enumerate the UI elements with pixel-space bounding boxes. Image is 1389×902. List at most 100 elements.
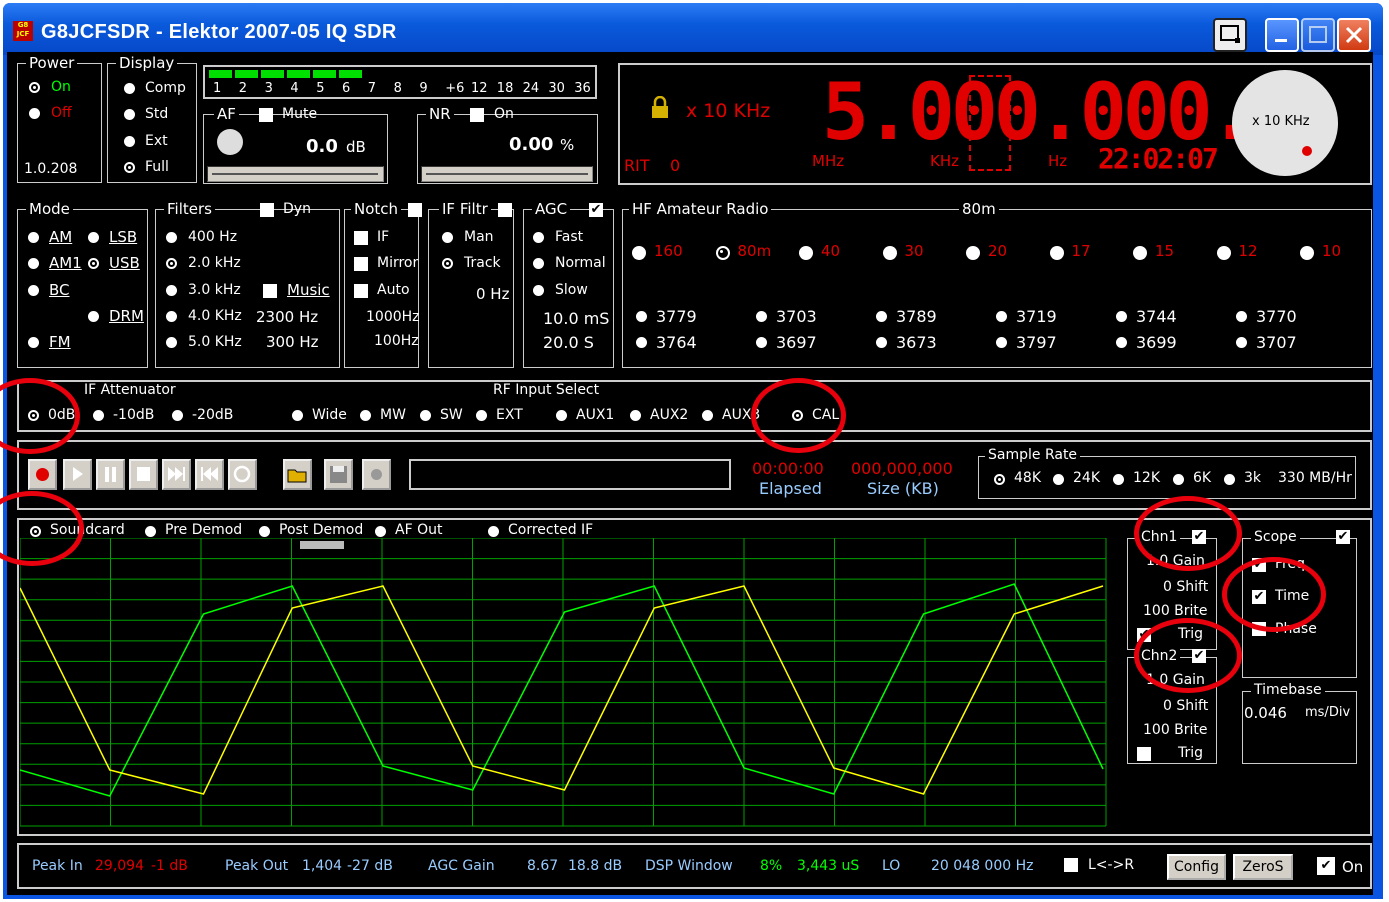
- nr-slider[interactable]: [421, 166, 593, 182]
- mode-usb-radio[interactable]: [88, 258, 99, 269]
- title-bar[interactable]: G8 JCF G8JCFSDR - Elektor 2007-05 IQ SDR: [3, 3, 1383, 55]
- ifatt-radio[interactable]: [93, 410, 104, 421]
- pause-button[interactable]: [96, 459, 125, 490]
- frequency-readout[interactable]: 5.000.000.0: [822, 68, 1299, 158]
- master-on-checkbox[interactable]: ✔: [1317, 857, 1335, 875]
- scope-checkbox[interactable]: ✔: [1336, 530, 1350, 544]
- filter-5k-radio[interactable]: [166, 337, 177, 348]
- play-button[interactable]: [63, 459, 92, 490]
- display-std-radio[interactable]: [124, 109, 135, 120]
- memory-radio[interactable]: [1236, 311, 1247, 322]
- notch-if-checkbox[interactable]: [354, 231, 368, 245]
- scope-source-radio[interactable]: [145, 526, 156, 537]
- extra-window-button[interactable]: [1213, 18, 1247, 52]
- band-40-radio[interactable]: [799, 246, 813, 260]
- rfin-radio[interactable]: [360, 410, 371, 421]
- agc-normal-radio[interactable]: [533, 258, 544, 269]
- band-15-radio[interactable]: [1133, 246, 1147, 260]
- music-checkbox[interactable]: [263, 284, 277, 298]
- rfin-radio[interactable]: [556, 410, 567, 421]
- scope-source-radio[interactable]: [259, 526, 270, 537]
- band-17-radio[interactable]: [1049, 246, 1064, 260]
- filename-field[interactable]: [409, 459, 731, 490]
- notch-mirror-checkbox[interactable]: [354, 257, 368, 271]
- display-full-radio[interactable]: [124, 162, 135, 173]
- scope-source-radio[interactable]: [375, 526, 386, 537]
- rfin-radio[interactable]: [420, 410, 431, 421]
- power-on-radio[interactable]: [29, 82, 40, 93]
- chn2-trig-checkbox[interactable]: [1137, 747, 1151, 761]
- filter-4k-radio[interactable]: [166, 311, 177, 322]
- agc-slow-radio[interactable]: [533, 285, 544, 296]
- band-10-radio[interactable]: [1300, 246, 1314, 260]
- band-20-radio[interactable]: [966, 246, 980, 260]
- rfin-radio[interactable]: [630, 410, 641, 421]
- af-knob[interactable]: [217, 129, 243, 155]
- config-button[interactable]: Config: [1167, 854, 1226, 880]
- filters-dyn-checkbox[interactable]: [260, 203, 274, 217]
- band-160-radio[interactable]: [632, 246, 646, 260]
- samplerate-radio[interactable]: [1053, 474, 1064, 485]
- memory-radio[interactable]: [996, 337, 1007, 348]
- swap-checkbox[interactable]: [1064, 858, 1078, 872]
- iffilt-checkbox[interactable]: [498, 203, 512, 217]
- maximize-button[interactable]: [1301, 18, 1335, 52]
- mode-drm-radio[interactable]: [88, 311, 99, 322]
- display-comp-radio[interactable]: [124, 83, 135, 94]
- samplerate-radio[interactable]: [1113, 474, 1124, 485]
- band-30-radio[interactable]: [882, 246, 897, 260]
- memory-radio[interactable]: [636, 311, 647, 322]
- power-off-radio[interactable]: [29, 108, 40, 119]
- rfin-radio[interactable]: [476, 410, 487, 421]
- zeros-button[interactable]: ZeroS: [1233, 854, 1293, 880]
- scope-source-radio[interactable]: [488, 526, 499, 537]
- memory-radio[interactable]: [756, 337, 767, 348]
- stop-button[interactable]: [129, 459, 158, 490]
- save-file-button[interactable]: [324, 459, 353, 490]
- rfin-radio[interactable]: [292, 410, 303, 421]
- memory-radio[interactable]: [1116, 311, 1127, 322]
- memory-radio[interactable]: [876, 337, 887, 348]
- nr-on-checkbox[interactable]: [470, 108, 484, 122]
- notch-checkbox[interactable]: [408, 203, 422, 217]
- ifatt-radio[interactable]: [172, 410, 183, 421]
- close-button[interactable]: [1337, 18, 1371, 52]
- samplerate-radio[interactable]: [1224, 474, 1235, 485]
- loop-button[interactable]: [228, 459, 257, 490]
- agc-checkbox[interactable]: ✔: [589, 203, 603, 217]
- minimize-button[interactable]: [1265, 18, 1299, 52]
- memory-radio[interactable]: [1236, 337, 1247, 348]
- samplerate-radio[interactable]: [994, 474, 1005, 485]
- display-ext-radio[interactable]: [124, 136, 135, 147]
- filter-3k-radio[interactable]: [166, 285, 177, 296]
- tuning-knob[interactable]: x 10 KHz: [1232, 70, 1338, 176]
- filter-400-radio[interactable]: [166, 232, 177, 243]
- memory-radio[interactable]: [876, 311, 887, 322]
- memory-radio[interactable]: [996, 311, 1007, 322]
- memory-radio[interactable]: [636, 337, 647, 348]
- af-slider[interactable]: [207, 166, 384, 182]
- notch-auto-checkbox[interactable]: [354, 284, 368, 298]
- iffilt-man-radio[interactable]: [442, 232, 453, 243]
- band-12-radio[interactable]: [1216, 246, 1231, 260]
- record-button[interactable]: [28, 459, 57, 490]
- filter-2k-radio[interactable]: [166, 258, 177, 269]
- record-mark-button[interactable]: [362, 459, 391, 490]
- mode-am1-radio[interactable]: [28, 258, 39, 269]
- mode-bc-radio[interactable]: [28, 285, 39, 296]
- memory-radio[interactable]: [756, 311, 767, 322]
- memory-radio[interactable]: [1116, 337, 1127, 348]
- band-80m-radio[interactable]: [715, 246, 730, 260]
- iffilt-track-radio[interactable]: [442, 258, 453, 269]
- af-mute-checkbox[interactable]: [259, 108, 273, 122]
- mode-fm-radio[interactable]: [28, 337, 39, 348]
- lock-icon[interactable]: [650, 96, 670, 120]
- rfin-radio[interactable]: [702, 410, 713, 421]
- agc-fast-radio[interactable]: [533, 232, 544, 243]
- samplerate-radio[interactable]: [1173, 474, 1184, 485]
- skip-forward-button[interactable]: [162, 459, 191, 490]
- mode-am-radio[interactable]: [28, 232, 39, 243]
- open-file-button[interactable]: [283, 459, 312, 490]
- skip-back-button[interactable]: [195, 459, 224, 490]
- mode-lsb-radio[interactable]: [88, 232, 99, 243]
